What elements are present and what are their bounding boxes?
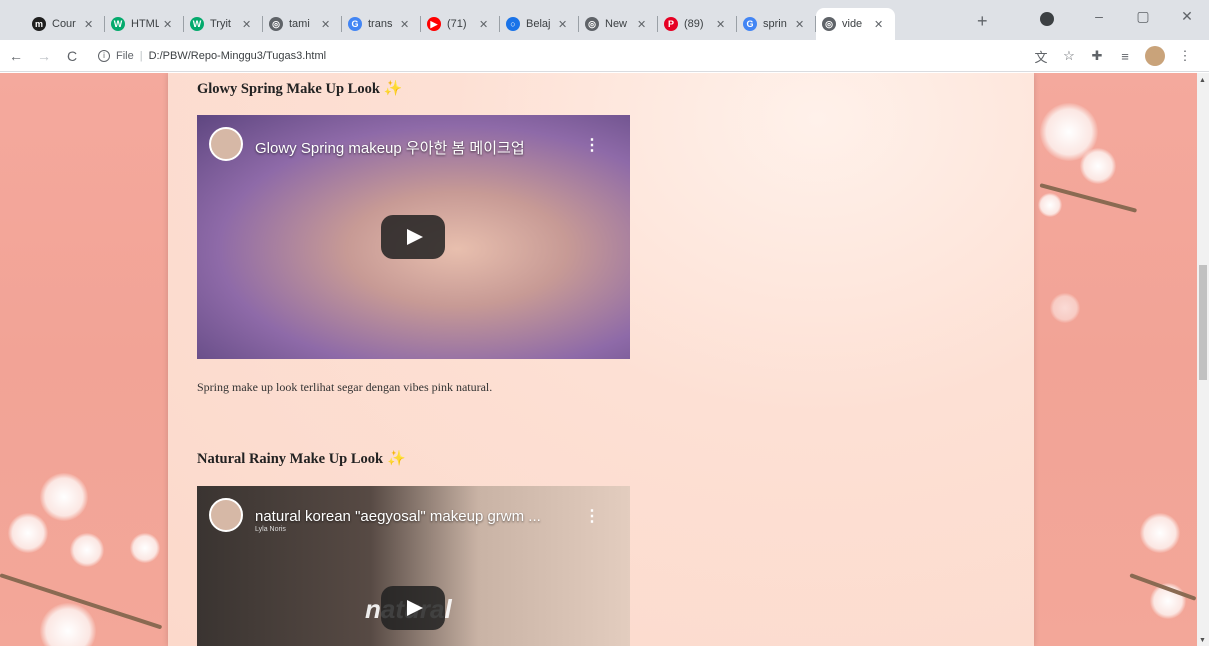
url-divider: |: [139, 49, 143, 62]
profile-avatar[interactable]: [1145, 46, 1165, 66]
tab-title: trans: [368, 18, 393, 30]
youtube-icon: ▶: [427, 17, 441, 31]
forward-button[interactable]: →: [32, 48, 56, 64]
sparkle-icon: ✨: [383, 81, 403, 97]
close-tab-icon[interactable]: ✕: [242, 18, 251, 31]
video-menu-icon[interactable]: ⋮: [584, 506, 600, 526]
scroll-up-arrow-icon[interactable]: ▲: [1199, 77, 1206, 84]
close-tab-icon[interactable]: ✕: [84, 18, 93, 31]
tab-title: Belaj: [526, 18, 551, 30]
w3schools-icon: W: [190, 17, 204, 31]
page-viewport: Glowy Spring Make Up Look ✨ Glowy Spring …: [0, 73, 1197, 646]
tab-title: sprin: [763, 18, 787, 30]
minimize-button[interactable]: –: [1077, 0, 1121, 32]
browser-tab[interactable]: ○ Belaj ✕: [500, 8, 579, 40]
profile-circle-icon[interactable]: [1040, 12, 1054, 26]
url-scheme: File: [116, 49, 134, 62]
tab-title: New: [605, 18, 628, 30]
tab-strip: m Cour ✕ W HTML ✕ W Tryit ✕ ◎ tami ✕ Gtrans ✕ ▶ (71) ✕ ○ B…: [0, 0, 1209, 40]
channel-avatar[interactable]: [209, 498, 243, 532]
info-icon[interactable]: i: [98, 49, 110, 62]
blossom-decoration: [1080, 148, 1116, 184]
play-button-icon[interactable]: [381, 586, 445, 630]
close-tab-icon[interactable]: ✕: [716, 18, 725, 31]
play-button-icon[interactable]: [381, 215, 445, 259]
extensions-icon[interactable]: ✚: [1083, 48, 1111, 64]
blossom-decoration: [130, 533, 160, 563]
section-title-rainy: Natural Rainy Make Up Look ✨: [197, 451, 406, 467]
blossom-decoration: [1038, 193, 1062, 217]
blossom-decoration: [8, 513, 48, 553]
close-tab-icon[interactable]: ✕: [321, 18, 330, 31]
globe-icon: ◎: [585, 17, 599, 31]
close-tab-icon[interactable]: ✕: [795, 18, 804, 31]
tab-title: Cour: [52, 18, 76, 30]
browser-tab[interactable]: m Cour ✕: [26, 8, 105, 40]
reading-list-icon[interactable]: ≡: [1111, 49, 1139, 64]
browser-tab[interactable]: P (89) ✕: [658, 8, 737, 40]
tab-title: tami: [289, 18, 310, 30]
channel-name: Lyla Noris: [255, 526, 286, 533]
tab-title: (89): [684, 18, 704, 30]
browser-tab[interactable]: Gtrans ✕: [342, 8, 421, 40]
tab-title: vide: [842, 18, 863, 30]
translate-icon[interactable]: 文: [1027, 47, 1055, 66]
blossom-decoration: [40, 473, 88, 521]
menu-kebab-icon[interactable]: ⋮: [1171, 48, 1199, 64]
new-tab-button[interactable]: +: [977, 11, 988, 32]
address-bar[interactable]: i File | D:/PBW/Repo-Minggu3/Tugas3.html: [98, 44, 326, 68]
browser-tab[interactable]: ◎ tami ✕: [263, 8, 342, 40]
channel-avatar[interactable]: [209, 127, 243, 161]
close-window-button[interactable]: ✕: [1165, 0, 1209, 32]
section-title-glowy: Glowy Spring Make Up Look ✨: [197, 81, 403, 97]
globe-icon: ◎: [822, 17, 836, 31]
toolbar-actions: 文 ☆ ✚ ≡ ⋮: [1027, 40, 1199, 72]
browser-tab[interactable]: Gsprin ✕: [737, 8, 816, 40]
blossom-decoration: [1050, 293, 1080, 323]
maximize-button[interactable]: ▢: [1121, 0, 1165, 32]
circle-icon: ○: [506, 17, 520, 31]
tab-title: Tryit: [210, 18, 231, 30]
browser-tab[interactable]: W Tryit ✕: [184, 8, 263, 40]
scroll-down-arrow-icon[interactable]: ▼: [1199, 637, 1206, 644]
bookmark-star-icon[interactable]: ☆: [1055, 48, 1083, 64]
youtube-video-embed[interactable]: natural korean "aegyosal" makeup grwm ..…: [197, 486, 630, 646]
browser-tab[interactable]: ◎ vide ✕: [816, 8, 895, 40]
browser-tab[interactable]: W HTML ✕: [105, 8, 184, 40]
close-tab-icon[interactable]: ✕: [637, 18, 646, 31]
google-icon: G: [348, 17, 362, 31]
tab-title: HTML: [131, 18, 159, 30]
youtube-video-embed[interactable]: Glowy Spring makeup 우아한 봄 메이크업 ⋮: [197, 115, 630, 359]
pinterest-icon: P: [664, 17, 678, 31]
w3schools-icon: W: [111, 17, 125, 31]
scrollbar-thumb[interactable]: [1199, 265, 1207, 380]
blossom-decoration: [70, 533, 104, 567]
video-title[interactable]: natural korean "aegyosal" makeup grwm ..…: [255, 508, 541, 525]
back-button[interactable]: ←: [4, 48, 28, 64]
tab-title: (71): [447, 18, 467, 30]
close-tab-icon[interactable]: ✕: [479, 18, 488, 31]
close-tab-icon[interactable]: ✕: [163, 18, 172, 31]
browser-toolbar: ← → C i File | D:/PBW/Repo-Minggu3/Tugas…: [0, 40, 1209, 72]
globe-icon: ◎: [269, 17, 283, 31]
content-card: Glowy Spring Make Up Look ✨ Glowy Spring …: [168, 73, 1034, 646]
window-controls: – ▢ ✕: [1077, 0, 1209, 32]
reload-button[interactable]: C: [60, 48, 84, 64]
section-description: Spring make up look terlihat segar denga…: [197, 380, 493, 394]
url-path: D:/PBW/Repo-Minggu3/Tugas3.html: [148, 49, 327, 62]
sparkle-icon: ✨: [387, 451, 406, 467]
close-tab-icon[interactable]: ✕: [874, 18, 883, 31]
close-tab-icon[interactable]: ✕: [400, 18, 409, 31]
video-menu-icon[interactable]: ⋮: [584, 135, 600, 155]
google-icon: G: [743, 17, 757, 31]
blossom-decoration: [40, 603, 96, 646]
vertical-scrollbar[interactable]: ▲ ▼: [1197, 73, 1209, 646]
blossom-decoration: [1140, 513, 1180, 553]
coursera-icon: m: [32, 17, 46, 31]
browser-tab[interactable]: ▶ (71) ✕: [421, 8, 500, 40]
close-tab-icon[interactable]: ✕: [558, 18, 567, 31]
video-title[interactable]: Glowy Spring makeup 우아한 봄 메이크업: [255, 137, 525, 158]
browser-tab[interactable]: ◎ New ✕: [579, 8, 658, 40]
